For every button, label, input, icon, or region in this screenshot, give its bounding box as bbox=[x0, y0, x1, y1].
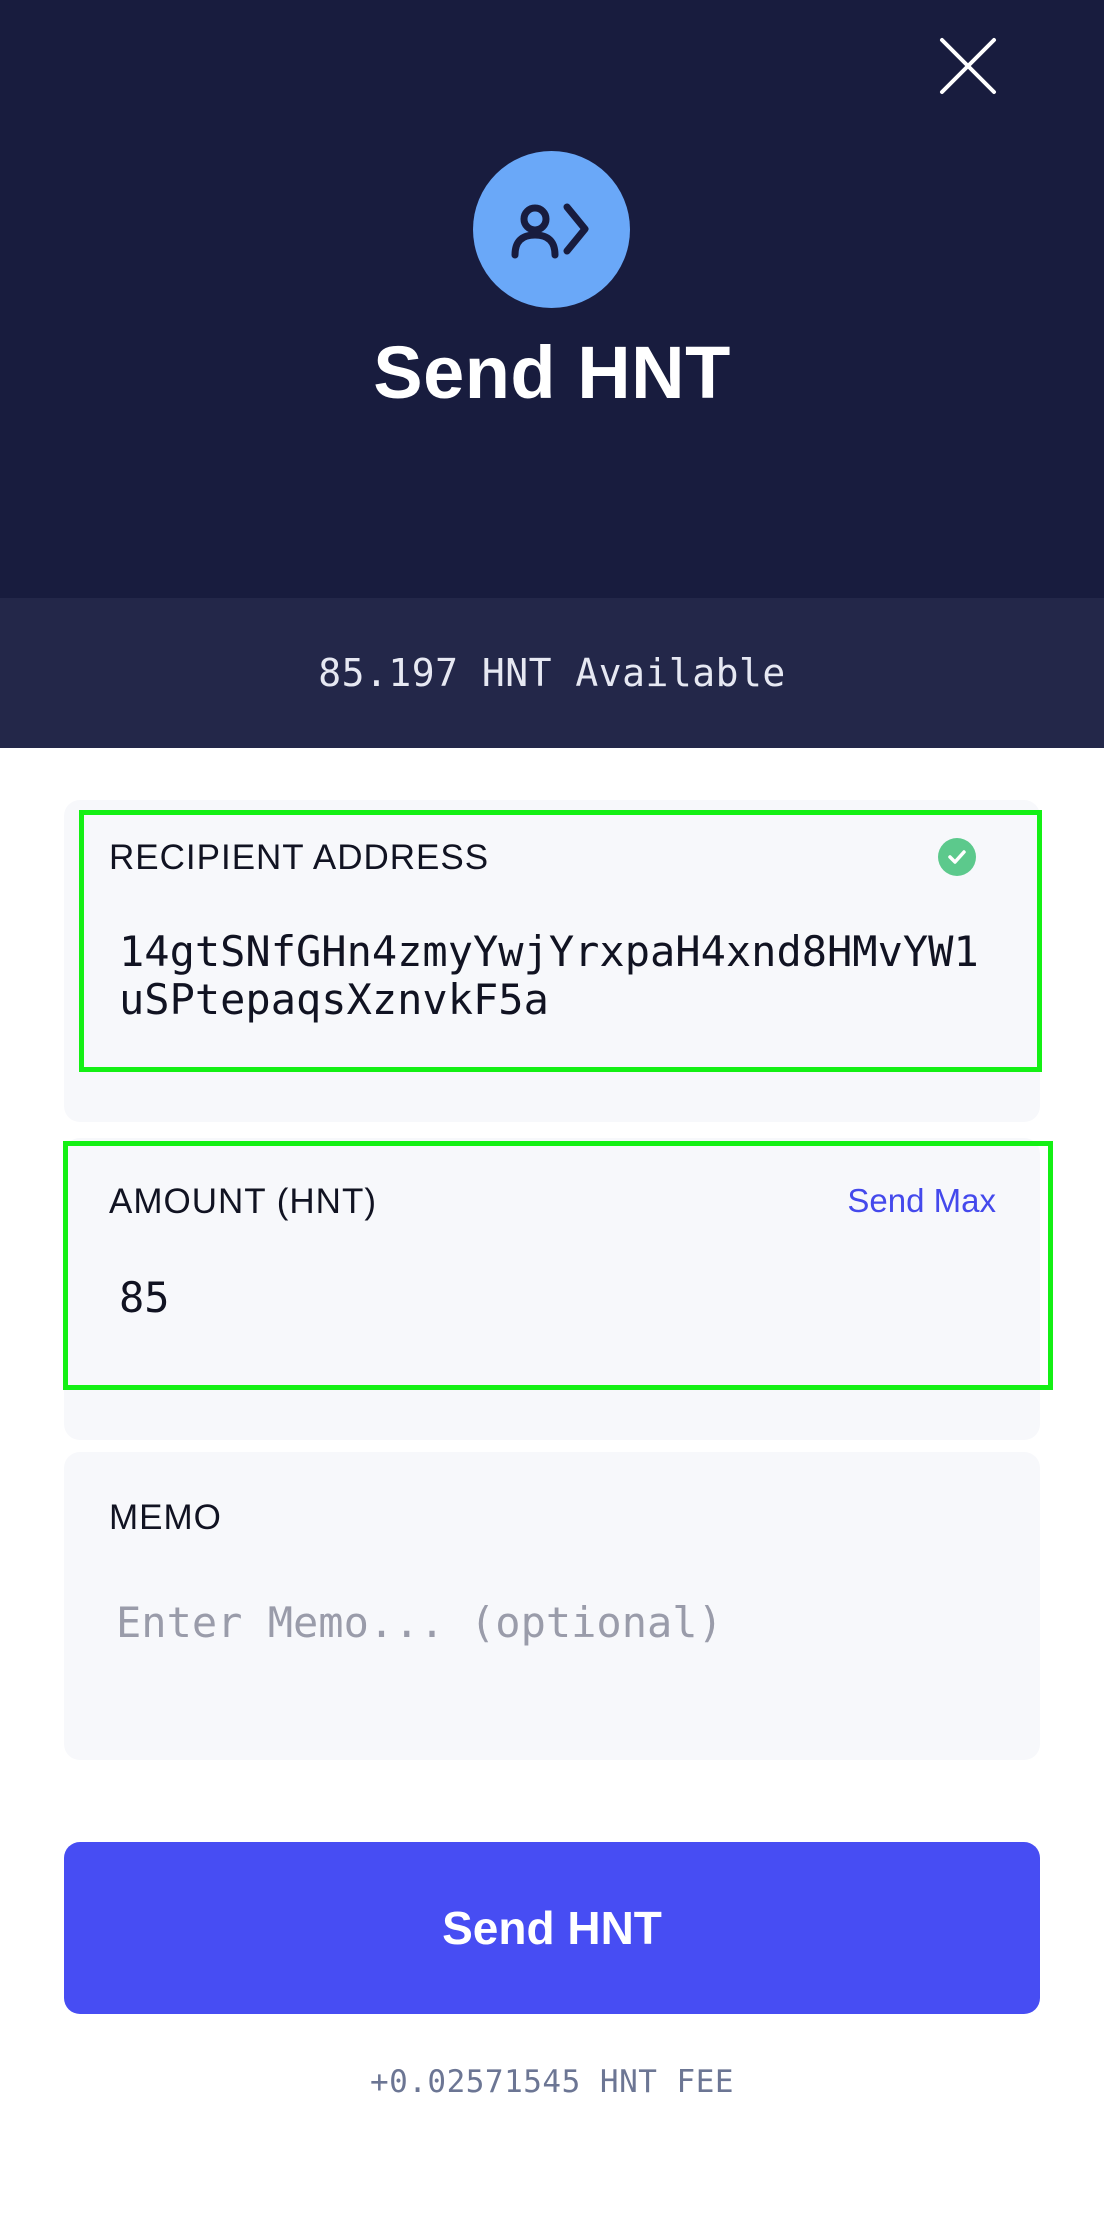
header: Send HNT bbox=[0, 0, 1104, 598]
recipient-address-value[interactable]: 14gtSNfGHn4zmyYwjYrxpaH4xnd8HMvYW1uSPtep… bbox=[119, 928, 1000, 1024]
memo-label: MEMO bbox=[109, 1498, 222, 1537]
page-title: Send HNT bbox=[373, 331, 731, 414]
send-hnt-button[interactable]: Send HNT bbox=[64, 1842, 1040, 2014]
available-balance: 85.197 HNT Available bbox=[0, 598, 1104, 748]
send-hnt-screen: Send HNT 85.197 HNT Available RECIPIENT … bbox=[0, 0, 1104, 2214]
memo-input[interactable] bbox=[116, 1592, 996, 1652]
amount-label: AMOUNT (HNT) bbox=[109, 1182, 377, 1221]
recipient-address-label: RECIPIENT ADDRESS bbox=[109, 838, 490, 877]
memo-field[interactable]: MEMO bbox=[64, 1452, 1040, 1760]
send-to-user-icon bbox=[511, 203, 588, 258]
send-max-button[interactable]: Send Max bbox=[847, 1182, 996, 1220]
send-avatar bbox=[473, 151, 630, 308]
fee-text: +0.02571545 HNT FEE bbox=[369, 2064, 735, 2100]
close-button[interactable] bbox=[930, 28, 1006, 104]
amount-value[interactable]: 85 bbox=[119, 1274, 1000, 1322]
check-circle-icon bbox=[938, 838, 976, 876]
close-icon bbox=[940, 38, 996, 94]
recipient-address-field[interactable]: RECIPIENT ADDRESS 14gtSNfGHn4zmyYwjYrxpa… bbox=[64, 800, 1040, 1122]
amount-field[interactable]: AMOUNT (HNT) Send Max 85 bbox=[64, 1138, 1040, 1440]
